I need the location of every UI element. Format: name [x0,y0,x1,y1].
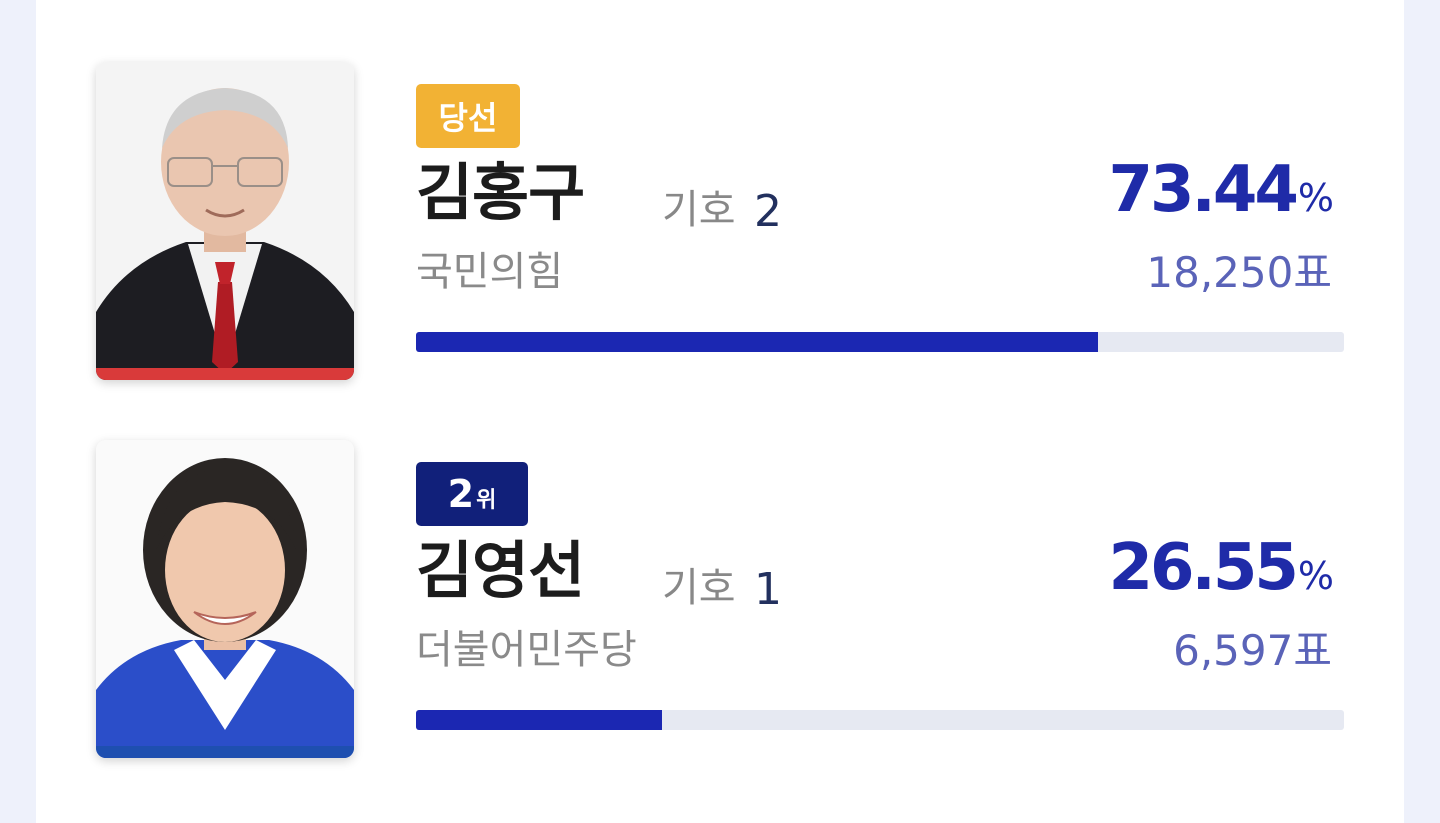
vote-count-value: 6,597 [1173,626,1294,675]
vote-count: 6,597 표 [1173,630,1332,672]
rank-badge: 2 위 [416,462,528,526]
percentage-unit: % [1297,176,1334,220]
party-color-stripe [96,746,354,758]
ballot-number: 1 [754,564,782,615]
vote-share-bar [416,332,1344,352]
candidate-photo [96,440,354,758]
candidate-name: 김영선 [416,534,585,607]
vote-share-fill [416,710,663,730]
vote-count-unit: 표 [1293,626,1332,675]
vote-percentage: 73.44 % [1108,158,1334,222]
ballot-number: 2 [754,186,782,237]
candidate-row[interactable]: 2 위 김영선 기호 1 더불어민주당 26.55 % 6,597 표 [96,440,1346,770]
rank-number: 2 [447,472,475,516]
candidate-name: 김홍구 [416,156,585,229]
vote-count-unit: 표 [1293,248,1332,297]
vote-count-value: 18,250 [1146,248,1294,297]
party-color-stripe [96,368,354,380]
candidate-row[interactable]: 당선 김홍구 기호 2 국민의힘 73.44 % 18,250 표 [96,62,1346,392]
percentage-value: 73.44 [1108,153,1298,227]
winner-badge: 당선 [416,84,520,148]
percentage-value: 26.55 [1108,531,1298,605]
rank-unit: 위 [476,488,497,513]
percentage-unit: % [1297,554,1334,598]
vote-count: 18,250 표 [1146,252,1332,294]
vote-share-bar [416,710,1344,730]
vote-share-fill [416,332,1098,352]
ballot-number-label: 기호 [662,187,736,233]
party-name: 더불어민주당 [416,627,637,673]
vote-percentage: 26.55 % [1108,536,1334,600]
ballot-number-label: 기호 [662,565,736,611]
results-card: 당선 김홍구 기호 2 국민의힘 73.44 % 18,250 표 2 위 김영… [36,0,1404,823]
candidate-photo [96,62,354,380]
party-name: 국민의힘 [416,249,564,295]
